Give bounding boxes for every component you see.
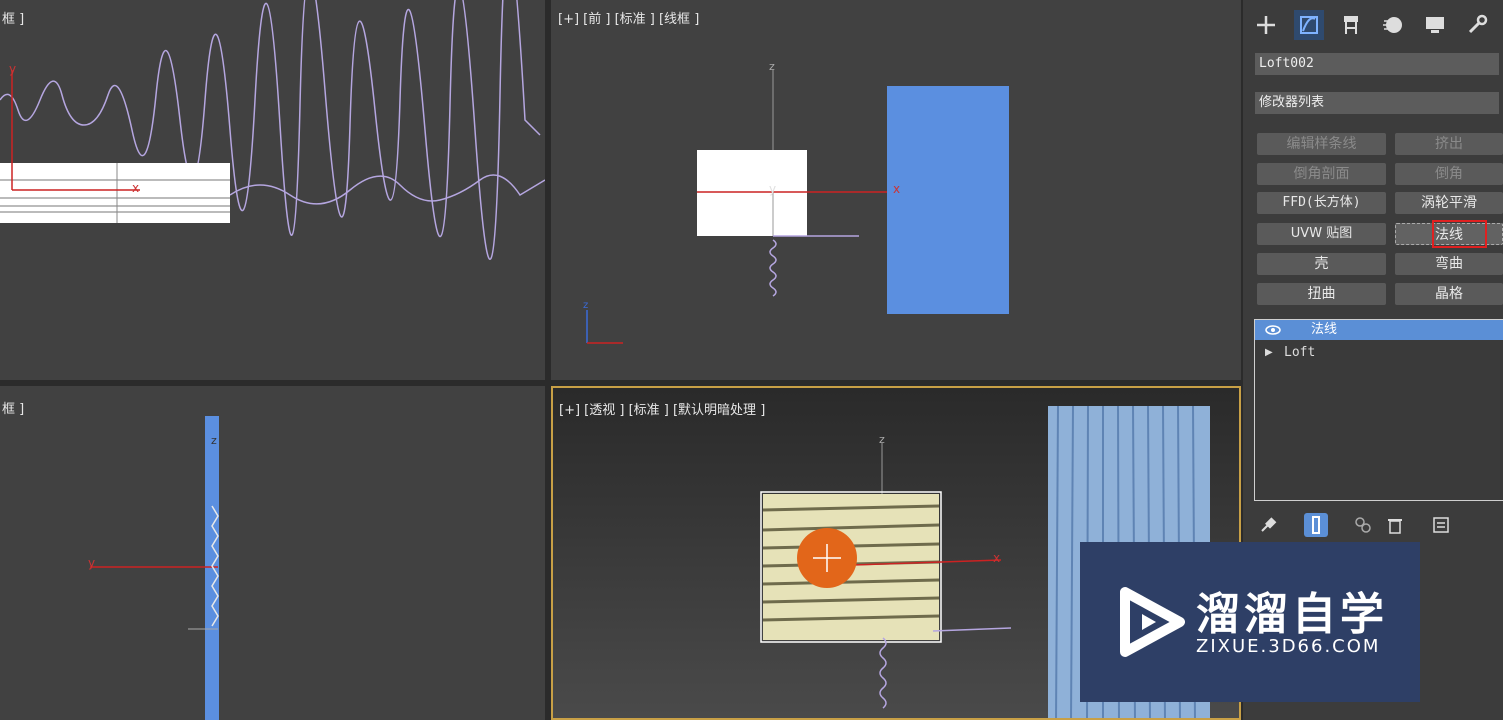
- remove-modifier-icon[interactable]: [1383, 513, 1407, 537]
- side-scene: [90, 416, 219, 720]
- show-end-result-icon[interactable]: [1304, 513, 1328, 537]
- pin-stack-icon[interactable]: [1256, 513, 1280, 537]
- modifier-button-uvw-map[interactable]: UVW 贴图: [1257, 223, 1386, 245]
- axis-y-label: y: [769, 182, 777, 196]
- viewport-bottom-left[interactable]: 框 ] y z: [0, 386, 545, 720]
- modifier-button-ffd-box[interactable]: FFD(长方体): [1257, 192, 1386, 214]
- axis-x-label: x: [893, 182, 901, 196]
- make-unique-icon[interactable]: [1351, 513, 1375, 537]
- motion-icon[interactable]: [1378, 10, 1408, 40]
- axis-y-label: y: [9, 62, 17, 76]
- modify-icon[interactable]: [1294, 10, 1324, 40]
- modifier-button-extrude[interactable]: 挤出: [1395, 133, 1503, 155]
- modifier-button-bevel-profile[interactable]: 倒角剖面: [1257, 163, 1386, 185]
- top-left-scene: [0, 0, 545, 261]
- hierarchy-icon[interactable]: [1336, 10, 1366, 40]
- modifier-button-bevel[interactable]: 倒角: [1395, 163, 1503, 185]
- modifier-button-twist[interactable]: 扭曲: [1257, 283, 1386, 305]
- create-icon[interactable]: [1251, 10, 1281, 40]
- axis-x-label: x: [132, 181, 140, 195]
- normal-highlight-box: [1432, 220, 1487, 248]
- modifier-button-lattice[interactable]: 晶格: [1395, 283, 1503, 305]
- stack-item-label: Loft: [1284, 345, 1316, 360]
- modifier-button-turbosmooth[interactable]: 涡轮平滑: [1395, 192, 1503, 214]
- axis-x-label: x: [993, 551, 1001, 565]
- viewport-top-right[interactable]: [+] [前 ] [标准 ] [线框 ] z y x z: [551, 0, 1241, 380]
- modifier-stack[interactable]: 法线 ▶ Loft: [1254, 319, 1503, 501]
- expand-triangle-icon[interactable]: ▶: [1265, 343, 1273, 363]
- axis-z-label: z: [211, 434, 217, 447]
- watermark-url: ZIXUE.3D66.COM: [1196, 636, 1381, 657]
- modifier-button-shell[interactable]: 壳: [1257, 253, 1386, 275]
- gizmo-z-label: z: [583, 300, 589, 311]
- watermark-banner: 溜溜自学 ZIXUE.3D66.COM: [1080, 542, 1420, 702]
- modifier-list-dropdown[interactable]: 修改器列表: [1255, 92, 1499, 114]
- viewport-top-left[interactable]: 框 ] y x: [0, 0, 545, 380]
- stack-item-normal[interactable]: 法线: [1255, 320, 1503, 340]
- axis-z-label: z: [769, 60, 775, 73]
- object-name-field[interactable]: Loft002: [1255, 53, 1499, 75]
- modifier-button-edit-spline[interactable]: 编辑样条线: [1257, 133, 1386, 155]
- axis-y-label: y: [88, 556, 96, 570]
- axis-z-label: z: [879, 433, 885, 446]
- stack-item-label: 法线: [1311, 322, 1338, 337]
- display-icon[interactable]: [1420, 10, 1450, 40]
- configure-modifier-sets-icon[interactable]: [1429, 513, 1453, 537]
- modifier-button-bend[interactable]: 弯曲: [1395, 253, 1503, 275]
- stack-item-loft[interactable]: ▶ Loft: [1255, 343, 1503, 363]
- watermark-title: 溜溜自学: [1196, 589, 1388, 640]
- utilities-icon[interactable]: [1462, 10, 1492, 40]
